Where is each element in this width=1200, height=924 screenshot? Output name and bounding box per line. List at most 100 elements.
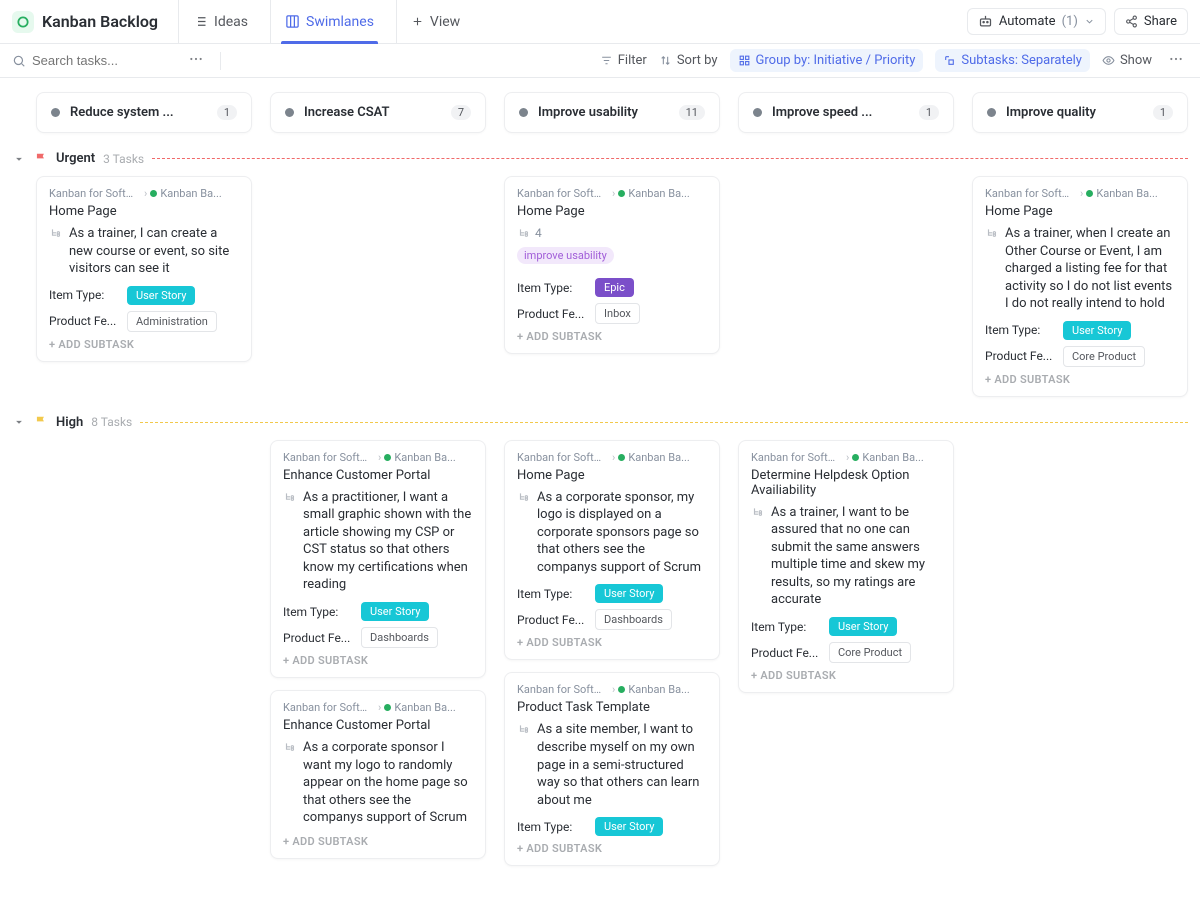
add-subtask-button[interactable]: + ADD SUBTASK [517, 636, 707, 649]
chevron-down-icon [1084, 16, 1095, 27]
card-description: As a corporate sponsor I want my logo to… [283, 739, 473, 827]
column-name: Improve speed ... [772, 105, 909, 120]
status-dot [987, 108, 996, 117]
search-icon [12, 54, 26, 68]
add-subtask-button[interactable]: + ADD SUBTASK [283, 835, 473, 848]
lane-column [36, 440, 252, 866]
filter-button[interactable]: Filter [600, 53, 647, 68]
tab-ideas[interactable]: Ideas [178, 0, 262, 44]
search-input[interactable] [32, 53, 162, 68]
breadcrumb: Kanban for Software Devel...› Kanban Ba.… [985, 187, 1175, 200]
feature-row: Product Fe... Administration [49, 311, 239, 332]
card-title: Home Page [517, 204, 707, 219]
card-description: As a site member, I want to describe mys… [517, 721, 707, 809]
share-button[interactable]: Share [1114, 8, 1188, 35]
lane-columns: Kanban for Software Devel...› Kanban Ba.… [12, 176, 1188, 397]
task-card[interactable]: Kanban for Software Devel...› Kanban Ba.… [972, 176, 1188, 397]
column-header[interactable]: Improve quality 1 [972, 92, 1188, 133]
breadcrumb: Kanban for Software Devel...› Kanban Ba.… [283, 451, 473, 464]
group-by-button[interactable]: Group by: Initiative / Priority [730, 49, 924, 72]
subtasks-button[interactable]: Subtasks: Separately [935, 49, 1090, 72]
add-subtask-button[interactable]: + ADD SUBTASK [751, 669, 941, 682]
column-name: Reduce system ... [70, 105, 207, 120]
lane-column [972, 440, 1188, 866]
column-headers: Reduce system ... 1 Increase CSAT 7 Impr… [12, 92, 1188, 133]
column-count: 1 [919, 105, 939, 120]
subtask-tree-icon [517, 227, 531, 241]
lane-name: Urgent [56, 151, 95, 166]
column-count: 1 [1153, 105, 1173, 120]
column-header[interactable]: Reduce system ... 1 [36, 92, 252, 133]
item-type-row: Item Type: User Story [517, 817, 707, 836]
task-card[interactable]: Kanban for Software Devel...› Kanban Ba.… [504, 672, 720, 866]
task-card[interactable]: Kanban for Software Devel...› Kanban Ba.… [36, 176, 252, 362]
eye-icon [1102, 54, 1115, 67]
column-name: Increase CSAT [304, 105, 441, 120]
collapse-caret[interactable] [12, 415, 26, 429]
item-type-row: Item Type: Epic [517, 278, 707, 297]
search-more-button[interactable] [184, 51, 208, 71]
priority-flag-icon [34, 152, 48, 166]
subtask-tree-icon [985, 227, 999, 241]
column-header[interactable]: Improve speed ... 1 [738, 92, 954, 133]
column-header[interactable]: Improve usability 11 [504, 92, 720, 133]
priority-flag-icon [34, 415, 48, 429]
feature-chip: Core Product [1063, 346, 1145, 367]
task-card[interactable]: Kanban for Software Devel...› Kanban Ba.… [738, 440, 954, 693]
add-subtask-button[interactable]: + ADD SUBTASK [517, 330, 707, 343]
add-subtask-button[interactable]: + ADD SUBTASK [985, 373, 1175, 386]
automate-button[interactable]: Automate (1) [967, 8, 1106, 35]
task-card[interactable]: Kanban for Software Devel...› Kanban Ba.… [270, 690, 486, 859]
lane-column: Kanban for Software Devel...› Kanban Ba.… [270, 440, 486, 866]
task-card[interactable]: Kanban for Software Devel...› Kanban Ba.… [504, 176, 720, 354]
task-card[interactable]: Kanban for Software Devel...› Kanban Ba.… [504, 440, 720, 661]
card-title: Enhance Customer Portal [283, 468, 473, 483]
item-type-badge: User Story [595, 584, 663, 603]
toolbar-more-button[interactable] [1164, 51, 1188, 71]
subtask-count: 4 [517, 225, 707, 241]
feature-row: Product Fe... Inbox [517, 303, 707, 324]
share-icon [1125, 15, 1138, 28]
subtask-icon [943, 54, 956, 67]
card-title: Determine Helpdesk Option Availiability [751, 468, 941, 498]
search-box[interactable] [12, 53, 172, 68]
lane-columns: Kanban for Software Devel...› Kanban Ba.… [12, 440, 1188, 866]
subtask-tree-icon [517, 491, 531, 505]
sort-icon [659, 54, 672, 67]
card-title: Home Page [517, 468, 707, 483]
sort-label: Sort by [677, 53, 718, 68]
breadcrumb: Kanban for Software Devel...› Kanban Ba.… [283, 701, 473, 714]
add-subtask-button[interactable]: + ADD SUBTASK [283, 654, 473, 667]
item-type-row: Item Type: User Story [49, 286, 239, 305]
automate-count: (1) [1062, 14, 1078, 29]
swimlane-icon [285, 14, 300, 29]
lane-column: Kanban for Software Devel...› Kanban Ba.… [504, 176, 720, 397]
subtask-tree-icon [517, 723, 531, 737]
collapse-caret[interactable] [12, 152, 26, 166]
sort-button[interactable]: Sort by [659, 53, 718, 68]
breadcrumb: Kanban for Software Devel...› Kanban Ba.… [49, 187, 239, 200]
show-button[interactable]: Show [1102, 53, 1152, 68]
lane-name: High [56, 415, 83, 430]
item-type-badge: User Story [829, 617, 897, 636]
item-type-row: Item Type: User Story [283, 602, 473, 621]
card-title: Enhance Customer Portal [283, 718, 473, 733]
list-icon [193, 14, 208, 29]
status-dot [753, 108, 762, 117]
card-description: As a practitioner, I want a small graphi… [283, 489, 473, 594]
lane-count: 3 Tasks [103, 152, 144, 166]
dots-horizontal-icon [1168, 51, 1184, 67]
item-type-badge: Epic [595, 278, 634, 297]
breadcrumb: Kanban for Software Devel...› Kanban Ba.… [751, 451, 941, 464]
tab-swimlanes[interactable]: Swimlanes [270, 0, 388, 44]
item-type-row: Item Type: User Story [751, 617, 941, 636]
add-subtask-button[interactable]: + ADD SUBTASK [517, 842, 707, 855]
column-header[interactable]: Increase CSAT 7 [270, 92, 486, 133]
subtask-tree-icon [283, 741, 297, 755]
tag[interactable]: improve usability [517, 247, 614, 264]
add-view-button[interactable]: View [396, 0, 474, 44]
add-subtask-button[interactable]: + ADD SUBTASK [49, 338, 239, 351]
subtask-tree-icon [49, 227, 63, 241]
feature-row: Product Fe... Dashboards [517, 609, 707, 630]
task-card[interactable]: Kanban for Software Devel...› Kanban Ba.… [270, 440, 486, 678]
